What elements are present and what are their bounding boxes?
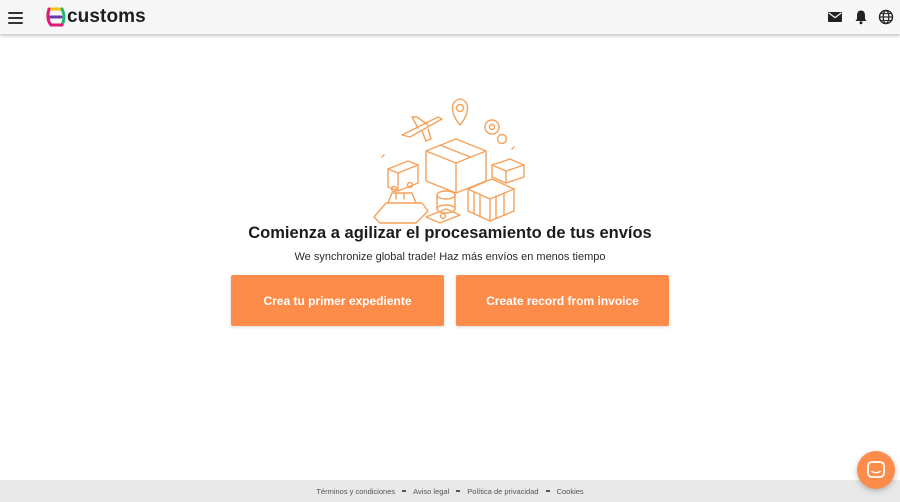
menu-icon[interactable] — [8, 9, 23, 25]
terms-link[interactable]: Términos y condiciones — [316, 487, 395, 496]
privacy-policy-link[interactable]: Política de privacidad — [467, 487, 538, 496]
footer-separator — [402, 490, 407, 492]
logo-mark-icon — [46, 7, 66, 27]
chat-launcher-button[interactable] — [857, 451, 895, 489]
legal-notice-link[interactable]: Aviso legal — [413, 487, 449, 496]
footer-separator — [545, 490, 550, 492]
page-subtitle: We synchronize global trade! Haz más env… — [294, 251, 606, 263]
logistics-illustration — [373, 98, 525, 224]
globe-icon[interactable] — [878, 9, 894, 25]
app-logo[interactable]: customs — [46, 3, 146, 31]
footer: Términos y condiciones Aviso legal Polít… — [0, 480, 900, 502]
footer-separator — [456, 490, 461, 492]
page-title: Comienza a agilizar el procesamiento de … — [248, 224, 652, 242]
create-first-record-button[interactable]: Crea tu primer expediente — [231, 275, 444, 326]
chat-icon — [867, 461, 885, 478]
logo-text: customs — [67, 6, 146, 27]
bell-icon[interactable] — [853, 9, 869, 25]
top-navigation-bar: customs — [0, 0, 900, 34]
create-record-from-invoice-button[interactable]: Create record from invoice — [456, 275, 669, 326]
mail-icon[interactable] — [827, 9, 843, 25]
cookies-link[interactable]: Cookies — [557, 487, 584, 496]
